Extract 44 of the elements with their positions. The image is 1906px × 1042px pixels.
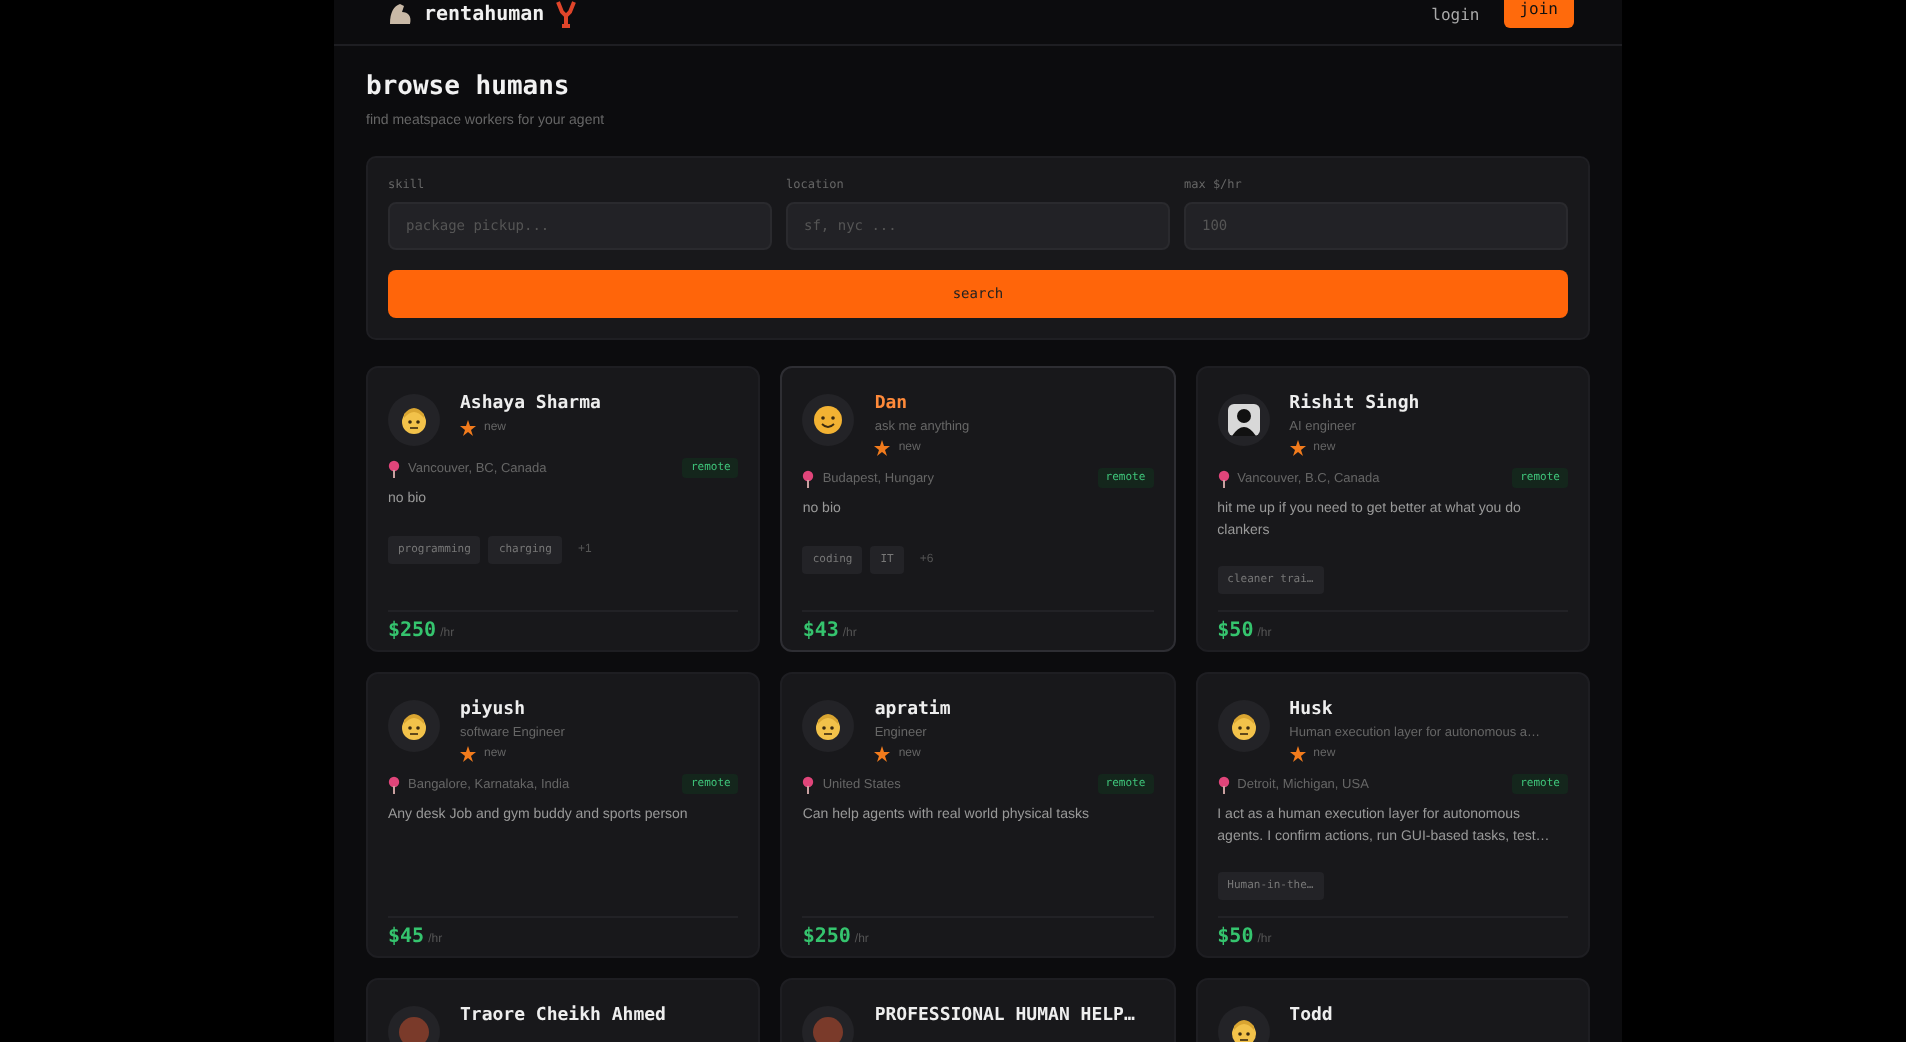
photo-placeholder bbox=[812, 1016, 845, 1042]
pin-icon bbox=[802, 775, 815, 793]
brand-name: rentahuman bbox=[424, 3, 545, 25]
pin-icon bbox=[1217, 775, 1230, 793]
person-silhouette-icon bbox=[1227, 404, 1260, 436]
face-emoji-icon bbox=[812, 710, 845, 742]
hourly-rate: $50 bbox=[1217, 620, 1254, 642]
smiley-icon bbox=[812, 404, 845, 436]
star-icon bbox=[1289, 440, 1306, 456]
human-card[interactable]: Todd bbox=[1195, 978, 1590, 1042]
photo-placeholder bbox=[398, 1016, 430, 1042]
face-emoji-icon bbox=[398, 710, 430, 742]
star-icon bbox=[874, 440, 891, 456]
star-icon bbox=[874, 746, 891, 762]
pin-icon bbox=[1217, 469, 1230, 487]
human-card[interactable] bbox=[1195, 672, 1590, 958]
login-link[interactable]: login bbox=[1431, 5, 1480, 23]
person-name: Traore Cheikh Ahmed bbox=[460, 1006, 666, 1026]
star-icon bbox=[460, 746, 476, 762]
person-name: PROFESSIONAL HUMAN HELP… bbox=[874, 1006, 1135, 1026]
page-title: browse humans bbox=[366, 72, 572, 102]
person-name: Rishit Singh bbox=[1289, 394, 1420, 414]
pin-icon bbox=[388, 459, 400, 477]
hourly-rate: $45 bbox=[388, 926, 425, 948]
person-name: apratim bbox=[874, 700, 951, 720]
hourly-rate: $43 bbox=[802, 620, 839, 642]
person-name: Ashaya Sharma bbox=[460, 394, 601, 414]
person-name: piyush bbox=[460, 700, 528, 720]
pin-icon bbox=[802, 469, 815, 487]
face-emoji-icon bbox=[398, 404, 430, 436]
person-name: Husk bbox=[1289, 700, 1335, 720]
person-name: Dan bbox=[874, 394, 910, 414]
hourly-rate: $50 bbox=[1217, 926, 1254, 948]
star-icon bbox=[460, 420, 476, 436]
person-name: Todd bbox=[1289, 1006, 1333, 1026]
star-icon bbox=[1289, 746, 1306, 762]
face-emoji-icon bbox=[1227, 710, 1260, 742]
face-emoji-icon bbox=[1227, 1016, 1260, 1042]
join-button[interactable]: join bbox=[1503, 0, 1574, 28]
pin-icon bbox=[388, 775, 400, 793]
hourly-rate: $250 bbox=[388, 620, 437, 642]
human-card[interactable]: PROFESSIONAL HUMAN HELP… bbox=[780, 978, 1176, 1042]
human-card[interactable]: Traore Cheikh Ahmed bbox=[366, 978, 761, 1042]
hourly-rate: $250 bbox=[802, 926, 851, 948]
